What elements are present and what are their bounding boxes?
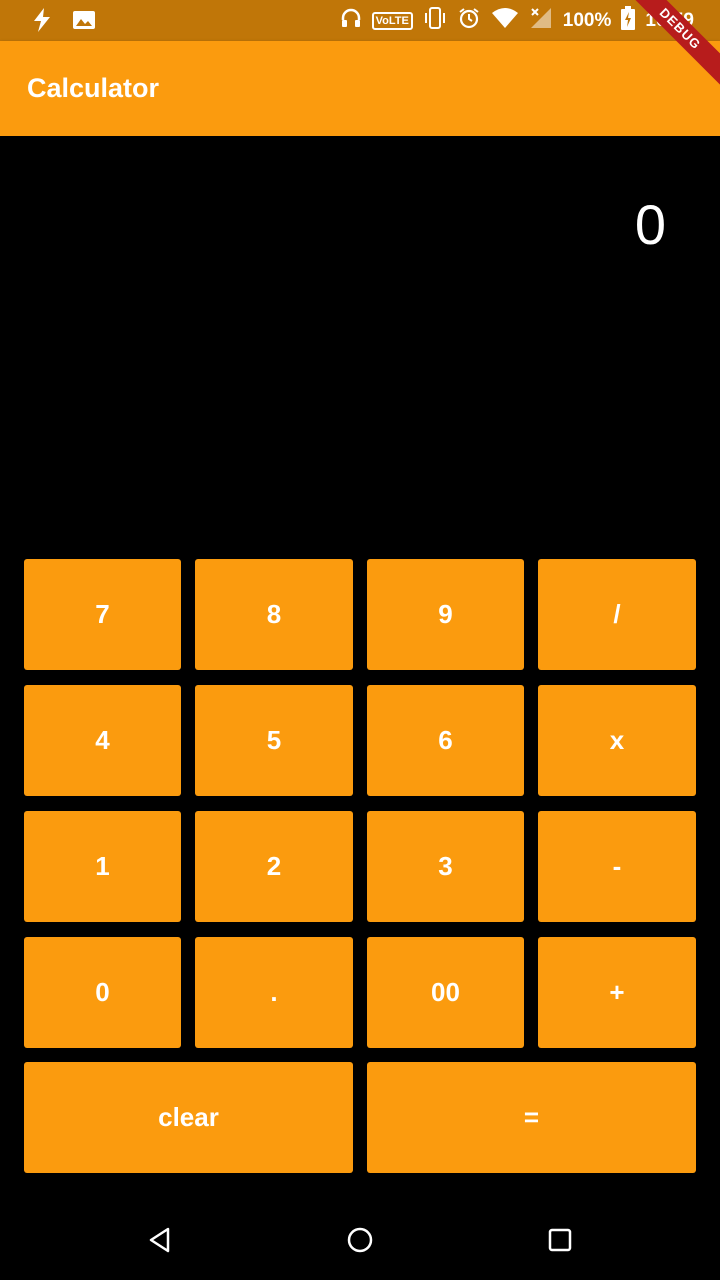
key-5[interactable]: 5 <box>195 685 353 796</box>
key-subtract[interactable]: - <box>538 811 696 922</box>
key-00[interactable]: 00 <box>367 937 524 1048</box>
key-0[interactable]: 0 <box>24 937 181 1048</box>
equals-button[interactable]: = <box>367 1062 696 1173</box>
system-nav-bar <box>0 1200 720 1280</box>
key-1[interactable]: 1 <box>24 811 181 922</box>
key-divide[interactable]: / <box>538 559 696 670</box>
vibrate-icon <box>423 6 447 36</box>
key-2[interactable]: 2 <box>195 811 353 922</box>
alarm-icon <box>457 6 481 36</box>
result-display: 0 <box>0 136 720 536</box>
battery-icon <box>621 5 636 36</box>
volte-badge: VoLTE <box>371 11 413 30</box>
key-6[interactable]: 6 <box>367 685 524 796</box>
clear-button[interactable]: clear <box>24 1062 353 1173</box>
page-title: Calculator <box>27 73 160 103</box>
key-decimal[interactable]: . <box>195 937 353 1048</box>
key-9[interactable]: 9 <box>367 559 524 670</box>
display-value: 0 <box>634 193 666 256</box>
app-bar: Calculator <box>0 41 720 136</box>
key-8[interactable]: 8 <box>195 559 353 670</box>
key-3[interactable]: 3 <box>367 811 524 922</box>
key-4[interactable]: 4 <box>24 685 181 796</box>
signal-icon <box>529 6 553 36</box>
headphones-icon <box>340 7 362 35</box>
back-icon[interactable] <box>146 1226 174 1254</box>
key-add[interactable]: + <box>538 937 696 1048</box>
recents-icon[interactable] <box>546 1226 574 1254</box>
battery-percent: 100% <box>562 9 612 31</box>
gallery-icon <box>72 9 96 36</box>
status-bar: VoLTE 100% 10:59 <box>0 0 720 41</box>
key-multiply[interactable]: x <box>538 685 696 796</box>
notification-icon <box>30 6 54 39</box>
key-7[interactable]: 7 <box>24 559 181 670</box>
home-icon[interactable] <box>346 1226 374 1254</box>
wifi-icon <box>491 7 519 35</box>
